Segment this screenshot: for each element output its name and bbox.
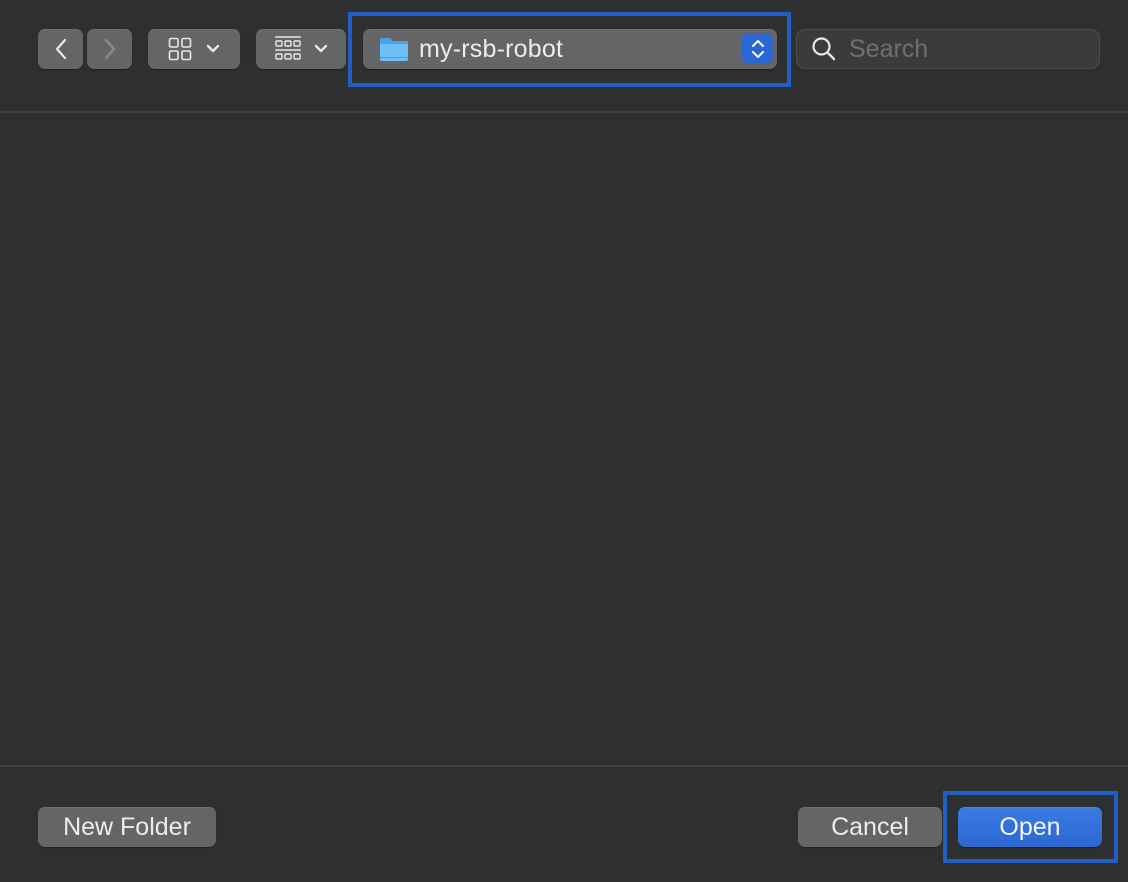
view-mode-button[interactable]	[148, 29, 240, 69]
group-grid-icon	[275, 36, 301, 60]
icon-grid-icon	[168, 37, 192, 61]
up-down-chevron-icon	[751, 39, 764, 58]
file-browser-area[interactable]	[0, 113, 1128, 765]
forward-button[interactable]	[87, 29, 132, 69]
open-button[interactable]: Open	[958, 807, 1102, 847]
chevron-left-icon	[55, 38, 66, 60]
chevron-down-icon	[206, 44, 220, 53]
location-label: my-rsb-robot	[419, 34, 564, 63]
folder-icon	[380, 38, 408, 61]
location-stepper[interactable]	[742, 33, 773, 64]
new-folder-button[interactable]: New Folder	[38, 807, 216, 847]
cancel-button[interactable]: Cancel	[798, 807, 942, 847]
search-field[interactable]	[796, 29, 1100, 69]
chevron-down-icon	[314, 44, 328, 53]
group-mode-button[interactable]	[256, 29, 346, 69]
location-popup[interactable]: my-rsb-robot	[363, 29, 777, 69]
search-icon	[812, 37, 836, 61]
search-input[interactable]	[849, 34, 1079, 64]
footer-divider	[0, 765, 1128, 767]
chevron-right-icon	[104, 38, 115, 60]
back-button[interactable]	[38, 29, 83, 69]
